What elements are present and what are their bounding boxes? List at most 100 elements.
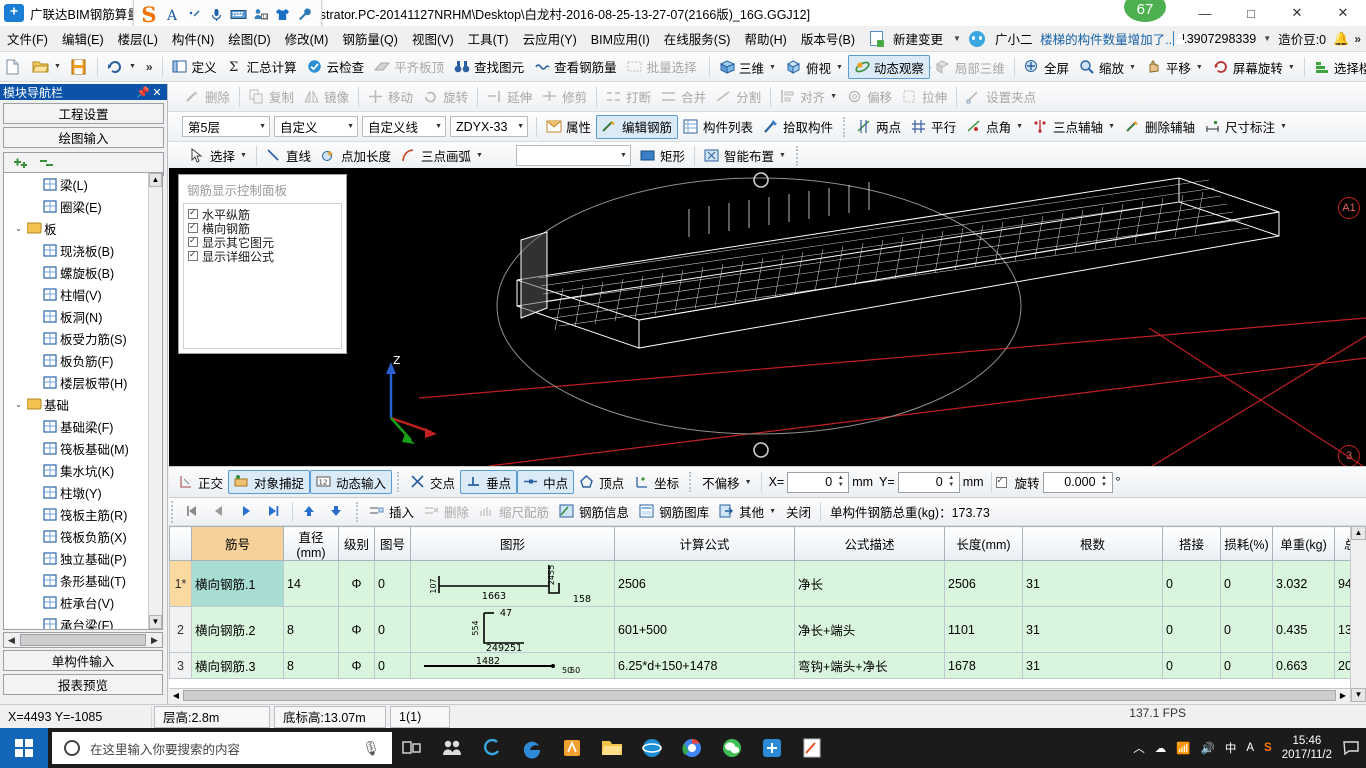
tree-expander-icon[interactable]: ⌄ [12, 223, 25, 234]
tree-item-raft-foundation-icon[interactable]: 筏板基础(M) [4, 437, 148, 459]
two-point-axis-button[interactable]: 两点 [851, 115, 906, 139]
new-file-button[interactable] [0, 55, 27, 79]
draw-mode-chevron-down-icon[interactable]: ▼ [620, 152, 627, 159]
dimension-chevron-down-icon[interactable]: ▼ [1280, 123, 1287, 130]
menu-online-service[interactable]: 在线服务(S) [657, 29, 738, 48]
x-offset-spinner[interactable]: ▲ ▼ [835, 475, 846, 489]
point-length-button[interactable]: 点加长度 [316, 144, 396, 168]
maximize-button[interactable]: □ [1228, 0, 1274, 26]
points-label[interactable]: 造价豆:0 [1271, 29, 1333, 48]
edge-icon[interactable] [512, 728, 552, 768]
menu-rebar-qty[interactable]: 钢筋量(Q) [335, 29, 405, 48]
component-name-chevron-down-icon[interactable]: ▼ [517, 123, 524, 130]
col-unit-weight[interactable]: 单重(kg) [1272, 526, 1335, 561]
keyboard-icon[interactable] [229, 5, 248, 24]
menu-bim-apps[interactable]: BIM应用(I) [584, 29, 657, 48]
rotate-input[interactable]: 0.000 ▲ ▼ [1042, 471, 1113, 493]
pin-icon[interactable]: 📌 [136, 86, 150, 99]
project-settings-button[interactable]: 工程设置 [3, 103, 164, 124]
rebar-display-control-panel[interactable]: 钢筋显示控制面板 水平纵筋 横向钢筋 显示其它图元 显示详细公式 [178, 174, 347, 354]
midpoint-snap-button[interactable]: 中点 [517, 470, 575, 494]
tree-item-ring-beam-icon[interactable]: 圈梁(E) [4, 195, 148, 217]
col-grade[interactable]: 级别 [338, 526, 375, 561]
table-row[interactable]: 3 横向钢筋.3 8 Φ 0 1482 50 50 6.25*d+150+147… [169, 652, 1366, 679]
properties-button[interactable]: 属性 [541, 115, 596, 139]
line-tool-button[interactable]: 直线 [261, 144, 316, 168]
rebar-info-button[interactable]: 钢筋信息 [554, 500, 634, 524]
chevron-down-icon[interactable]: ▼ [953, 34, 961, 43]
dynamic-input-button[interactable]: 12 动态输入 [310, 470, 393, 494]
tree-item-floor-slab-band-icon[interactable]: 楼层板带(H) [4, 371, 148, 393]
col-rebar-no[interactable]: 筋号 [191, 526, 284, 561]
cell-loss[interactable]: 0 [1220, 652, 1273, 679]
drawing-input-button[interactable]: 绘图输入 [3, 127, 164, 148]
sogou-tray-icon[interactable]: S [1264, 742, 1272, 754]
cell-grade[interactable]: Φ [338, 652, 375, 679]
cell-pic-no[interactable]: 0 [374, 652, 411, 679]
cell-shape[interactable]: 1482 50 50 [410, 652, 615, 679]
delete-button[interactable]: 删除 [180, 85, 235, 109]
cell-formula[interactable]: 601+500 [614, 606, 795, 653]
font-a-icon[interactable]: A [163, 5, 182, 24]
rebar-table[interactable]: 筋号 直径(mm) 级别 图号 图形 计算公式 公式描述 长度(mm) 根数 搭… [169, 526, 1366, 702]
tree-item-slab-hole-icon[interactable]: 板洞(N) [4, 305, 148, 327]
toolbar1-overflow-icon[interactable]: » [141, 60, 158, 74]
cell-lap[interactable]: 0 [1162, 606, 1221, 653]
task-view-icon[interactable] [392, 728, 432, 768]
close-table-button[interactable]: 关闭 [781, 500, 816, 524]
scroll-up-icon[interactable]: ▲ [149, 173, 162, 187]
offset-mode-chevron-down-icon[interactable]: ▼ [745, 479, 752, 486]
delete-row-button[interactable]: 删除 [419, 500, 474, 524]
object-snap-button[interactable]: 对象捕捉 [228, 470, 311, 494]
user-nick-button[interactable]: 广小二 [968, 29, 1040, 48]
cell-count[interactable]: 31 [1022, 560, 1163, 607]
offset-button[interactable]: 偏移 [842, 85, 897, 109]
table-row[interactable]: 1* 横向钢筋.1 14 Φ 0 107 2455 1663 158 2506 … [169, 560, 1366, 607]
batch-select-button[interactable]: 批量选择 [622, 55, 702, 79]
rotate-button[interactable]: 旋转 [418, 85, 473, 109]
move-down-button[interactable] [324, 500, 351, 524]
report-preview-button[interactable]: 报表预览 [3, 674, 163, 695]
cell-shape[interactable]: 107 2455 1663 158 [410, 560, 615, 607]
toolbar-gripper[interactable] [171, 500, 177, 523]
rectangle-tool-button[interactable]: 矩形 [635, 144, 690, 168]
tree-item-pile-cap-icon[interactable]: 桩承台(V) [4, 591, 148, 613]
menu-view[interactable]: 视图(V) [405, 29, 461, 48]
intersection-snap-button[interactable]: 交点 [405, 470, 460, 494]
cell-diameter[interactable]: 8 [283, 652, 339, 679]
mirror-button[interactable]: 镜像 [299, 85, 354, 109]
move-button[interactable]: 移动 [363, 85, 418, 109]
undo-button[interactable]: ▼ [102, 55, 141, 79]
expand-all-icon[interactable] [12, 156, 30, 173]
coordinate-snap-button[interactable]: 坐标 [629, 470, 684, 494]
select-floor-button[interactable]: 选择楼层 [1309, 55, 1366, 79]
zoom-button[interactable]: 缩放 ▼ [1074, 55, 1141, 79]
table-row[interactable]: 2 横向钢筋.2 8 Φ 0 554 47 249251 601+500 净长+… [169, 606, 1366, 654]
3d-view-chevron-down-icon[interactable]: ▼ [769, 64, 776, 71]
component-list-button[interactable]: 构件列表 [678, 115, 758, 139]
tree-item-spiral-slab-icon[interactable]: 螺旋板(B) [4, 261, 148, 283]
cell-formula[interactable]: 6.25*d+150+1478 [614, 652, 795, 679]
tree-scrollbar[interactable]: ▲ ▼ [148, 173, 162, 629]
y-offset-spinner[interactable]: ▲ ▼ [946, 475, 957, 489]
menu-draw[interactable]: 绘图(D) [221, 29, 277, 48]
screen-rotate-button[interactable]: 屏幕旋转 ▼ [1208, 55, 1300, 79]
cell-rebar-no[interactable]: 横向钢筋.2 [191, 606, 284, 653]
first-record-button[interactable] [180, 500, 207, 524]
bell-icon[interactable]: 🔔 [1333, 31, 1349, 47]
tree-expander-icon[interactable]: ⌄ [12, 399, 25, 410]
component-tree[interactable]: 梁(L) 圈梁(E) ⌄ 板现浇板(B) 螺旋板(B) 柱帽(V) 板洞(N) 板受力筋(S)… [3, 172, 163, 630]
insert-row-button[interactable]: 插入 [364, 500, 419, 524]
draw-mode-select[interactable]: ▼ [515, 145, 631, 166]
tree-item-beam-icon[interactable]: 梁(L) [4, 173, 148, 195]
menu-version[interactable]: 版本号(B) [794, 29, 862, 48]
scroll-right-icon[interactable]: ▶ [147, 635, 162, 646]
cell-lap[interactable]: 0 [1162, 652, 1221, 679]
three-point-aux-axis-button[interactable]: 三点辅轴 ▼ [1028, 115, 1120, 139]
dimension-button[interactable]: 尺寸标注 ▼ [1200, 115, 1292, 139]
rotate-checkbox[interactable] [995, 475, 1007, 488]
perpendicular-snap-button[interactable]: 垂点 [460, 470, 518, 494]
col-formula[interactable]: 计算公式 [614, 526, 795, 561]
pan-button[interactable]: 平移 ▼ [1141, 55, 1208, 79]
settings-wrench-icon[interactable] [295, 5, 314, 24]
